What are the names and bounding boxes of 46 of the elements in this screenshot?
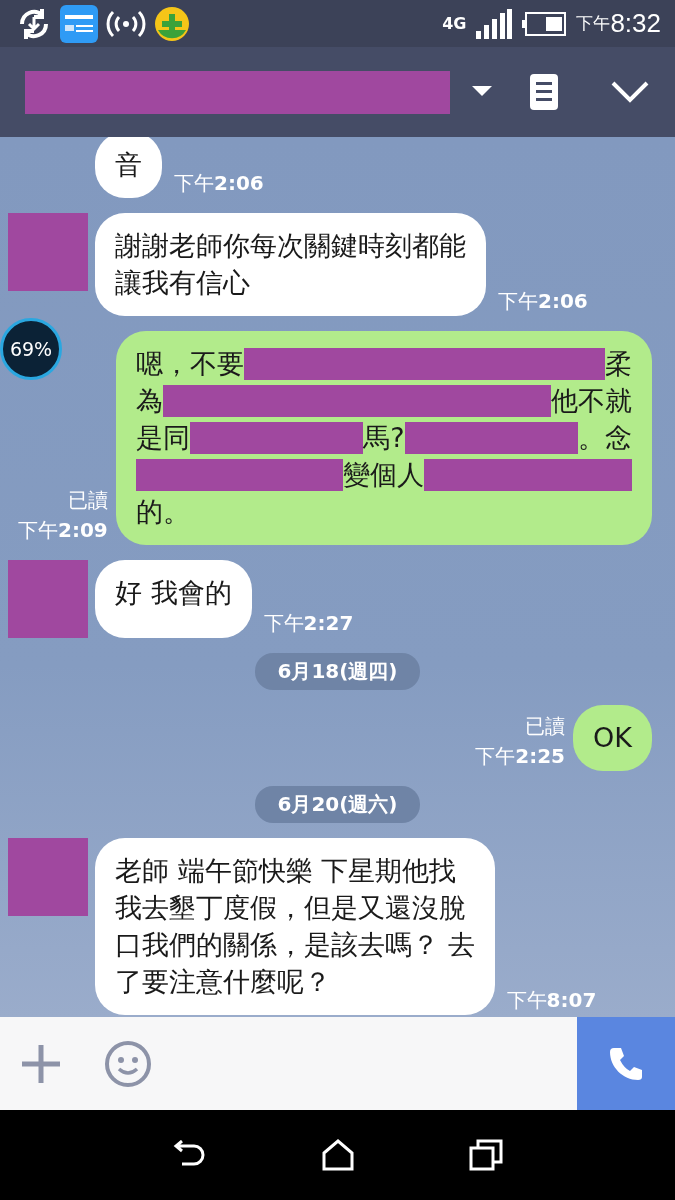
network-label: 4G [442, 14, 467, 33]
notes-icon[interactable] [530, 74, 558, 110]
message-text: 了要注意什麼呢？ [115, 965, 331, 999]
shield-plus-icon [154, 5, 190, 42]
date-separator: 6月18(週四) [255, 653, 420, 690]
caret-icon[interactable] [472, 86, 492, 98]
message-text: 馬? [363, 421, 405, 455]
message-text: 音 [115, 148, 142, 182]
signal-icon [476, 8, 513, 39]
message-text: 嗯，不要 [135, 347, 244, 381]
home-icon[interactable] [321, 1139, 356, 1171]
message-time: 下午2:09 [18, 517, 108, 544]
smiley-icon[interactable] [104, 1039, 152, 1088]
chevron-down-icon[interactable] [611, 81, 649, 103]
message-time: 下午2:06 [174, 170, 264, 197]
message-text: OK [593, 721, 632, 755]
message-text: 柔 [605, 347, 632, 381]
message-text: 老師 端午節快樂 下星期他找 [115, 854, 457, 888]
message-text: 他不就 [551, 384, 632, 418]
message-text: 謝謝老師你每次關鍵時刻都能 [115, 229, 466, 263]
clock-period: 下午 [576, 12, 611, 35]
message-text: 為 [135, 384, 163, 418]
broadcast-icon [106, 8, 146, 39]
message-time: 下午2:06 [498, 288, 588, 315]
plus-icon[interactable] [20, 1042, 62, 1085]
message-text: 。念 [578, 421, 632, 455]
call-button[interactable] [577, 1017, 675, 1110]
read-receipt: 已讀 [67, 487, 108, 514]
message-text: 變個人 [343, 458, 425, 492]
recents-icon[interactable] [469, 1139, 504, 1171]
battery-icon [522, 11, 567, 36]
message-time: 下午2:25 [475, 743, 566, 770]
message-text: 口我們的關係，是該去嗎？ 去 [115, 928, 475, 962]
widget-percent: 69% [9, 338, 53, 360]
floating-widget[interactable]: 69% [0, 318, 62, 380]
message-text: 好 我會的 [115, 576, 232, 610]
message-text: 是同 [135, 421, 190, 455]
message-text: 的。 [135, 495, 190, 529]
date-separator: 6月20(週六) [255, 786, 420, 823]
message-text: 我去墾丁度假，但是又還沒脫 [115, 891, 466, 925]
message-text: 讓我有信心 [115, 266, 250, 300]
clock: 8:32 [610, 8, 661, 39]
message-time: 下午2:27 [263, 610, 354, 637]
news-app-icon [60, 4, 98, 43]
read-receipt: 已讀 [525, 713, 566, 740]
message-time: 下午8:07 [506, 987, 597, 1014]
